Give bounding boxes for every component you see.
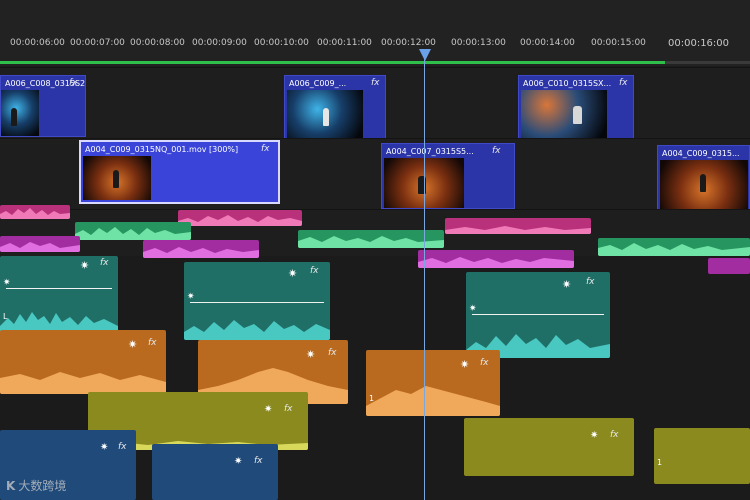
effect-star-icon[interactable]: ✷ xyxy=(80,259,89,272)
playhead-handle[interactable] xyxy=(419,49,431,61)
ruler-timecode: 00:00:08:00 xyxy=(130,38,185,48)
audio-clip[interactable]: ✷ fx ✷ L xyxy=(0,256,118,334)
keyframe-icon[interactable]: ✷ xyxy=(469,304,477,314)
work-area-bar[interactable] xyxy=(0,61,665,64)
ruler-timecode: 00:00:10:00 xyxy=(254,38,309,48)
keyframe-icon[interactable]: ✷ xyxy=(3,278,11,288)
waveform xyxy=(0,372,166,394)
waveform xyxy=(445,226,591,234)
ruler-timecode: 00:00:07:00 xyxy=(70,38,125,48)
clip-name: A004_C009_0315NQ_001.mov [300%] xyxy=(85,145,239,154)
effect-star-icon[interactable]: ✷ xyxy=(100,442,108,453)
fx-badge[interactable]: fx xyxy=(69,78,78,88)
selected-video-clip[interactable]: A004_C009_0315NQ_001.mov [300%] fx xyxy=(79,140,280,204)
ruler-timecode: 00:00:11:00 xyxy=(317,38,372,48)
clip-thumbnail xyxy=(660,160,748,210)
dancer-silhouette xyxy=(573,106,582,124)
clip-name: A006_C010_0315SX... xyxy=(523,79,612,88)
ruler-timecode: 00:00:15:00 xyxy=(591,38,646,48)
fx-badge[interactable]: fx xyxy=(328,348,337,358)
timeline-panel[interactable]: 00:00:06:00 00:00:07:00 00:00:08:00 00:0… xyxy=(0,0,750,500)
volume-keyframe-line[interactable] xyxy=(472,314,604,315)
clip-thumbnail xyxy=(521,90,607,140)
audio-clip[interactable] xyxy=(445,218,591,234)
watermark-logo: K xyxy=(6,479,16,493)
video-track-1[interactable]: A004_C009_0315NQ_001.mov [300%] fx A004_… xyxy=(0,138,750,215)
video-clip[interactable]: A006_C008_0315S25... fx xyxy=(0,75,86,137)
waveform xyxy=(0,208,70,219)
watermark-text: 大数跨境 xyxy=(18,479,67,493)
ruler-timecode: 00:00:14:00 xyxy=(520,38,575,48)
ruler-timecode: 00:00:16:00 xyxy=(668,38,730,49)
dancer-silhouette xyxy=(700,174,706,192)
ruler-timecode: 00:00:09:00 xyxy=(192,38,247,48)
effect-star-icon[interactable]: ✷ xyxy=(128,338,137,351)
fx-badge[interactable]: fx xyxy=(619,78,628,88)
ruler-timecode: 00:00:12:00 xyxy=(381,38,436,48)
clip-thumbnail xyxy=(83,156,151,200)
ruler-timecode: 00:00:06:00 xyxy=(10,38,65,48)
audio-clip[interactable] xyxy=(0,236,80,252)
watermark: K 大数跨境 xyxy=(6,477,66,494)
dancer-silhouette xyxy=(11,108,17,126)
clip-name: A004_C007_0315S5... xyxy=(386,147,474,156)
clip-name: A006_C009_... xyxy=(289,79,347,88)
effect-star-icon[interactable]: ✷ xyxy=(234,456,242,467)
audio-track-6[interactable]: ✷ fx ✷ fx xyxy=(0,430,750,500)
fx-badge[interactable]: fx xyxy=(284,404,293,414)
fx-badge[interactable]: fx xyxy=(492,146,501,156)
audio-clip[interactable]: ✷ fx xyxy=(152,444,278,500)
dancer-silhouette xyxy=(113,170,119,188)
video-clip[interactable]: A006_C010_0315SX... fx xyxy=(518,75,634,141)
volume-keyframe-line[interactable] xyxy=(6,288,112,289)
volume-keyframe-line[interactable] xyxy=(190,302,324,303)
keyframe-icon[interactable]: ✷ xyxy=(187,292,195,302)
clip-name: A004_C009_0315... xyxy=(662,149,740,158)
dancer-silhouette xyxy=(323,108,329,126)
audio-clip[interactable]: ✷ fx ✷ xyxy=(184,262,330,340)
effect-star-icon[interactable]: ✷ xyxy=(306,348,315,361)
ruler-timecode: 00:00:13:00 xyxy=(451,38,506,48)
video-clip[interactable]: A004_C007_0315S5... fx xyxy=(381,143,515,209)
waveform xyxy=(178,215,302,226)
audio-track-4[interactable]: ✷ fx ✷ fx ✷ fx 1 xyxy=(0,330,750,416)
fx-badge[interactable]: fx xyxy=(586,277,595,287)
audio-clip[interactable] xyxy=(178,210,302,226)
audio-clip[interactable] xyxy=(0,205,70,219)
clip-thumbnail xyxy=(287,90,363,138)
effect-star-icon[interactable]: ✷ xyxy=(264,404,272,415)
audio-track-3[interactable]: ✷ fx ✷ L ✷ fx ✷ ✷ fx ✷ xyxy=(0,256,750,358)
effect-star-icon[interactable]: ✷ xyxy=(460,358,469,371)
fx-badge[interactable]: fx xyxy=(261,144,270,154)
fx-badge[interactable]: fx xyxy=(100,258,109,268)
effect-star-icon[interactable]: ✷ xyxy=(288,267,297,280)
playhead-line[interactable] xyxy=(424,50,425,500)
fx-badge[interactable]: fx xyxy=(371,78,380,88)
fx-badge[interactable]: fx xyxy=(118,442,127,452)
fx-badge[interactable]: fx xyxy=(480,358,489,368)
work-area-remainder xyxy=(665,61,750,64)
video-track-2[interactable]: A006_C008_0315S25... fx A006_C009_... fx… xyxy=(0,67,750,141)
time-ruler[interactable]: 00:00:06:00 00:00:07:00 00:00:08:00 00:0… xyxy=(0,0,750,66)
effect-star-icon[interactable]: ✷ xyxy=(562,278,571,291)
video-clip[interactable]: A004_C009_0315... xyxy=(657,145,750,215)
fx-badge[interactable]: fx xyxy=(310,266,319,276)
fx-badge[interactable]: fx xyxy=(148,338,157,348)
waveform xyxy=(0,242,80,252)
fx-badge[interactable]: fx xyxy=(254,456,263,466)
clip-thumbnail xyxy=(1,90,39,136)
video-clip[interactable]: A006_C009_... fx xyxy=(284,75,386,139)
audio-clip[interactable]: ✷ fx xyxy=(0,330,166,394)
